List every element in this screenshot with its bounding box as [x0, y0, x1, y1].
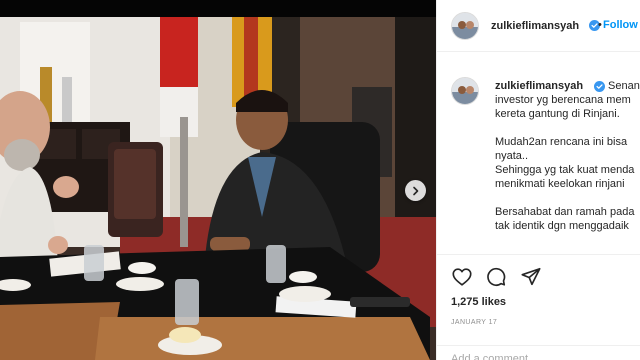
caption-line: investor yg berencana mem: [495, 94, 631, 106]
photo-top-strip: [0, 0, 436, 17]
caption-line: menikmati keelokan rinjani: [495, 178, 625, 190]
caption-line: Mudah2an rencana ini bisa: [495, 136, 628, 148]
post-header: zulkieflimansyah • Follow: [437, 0, 640, 52]
caption-line: Bersahabat dan ramah pada: [495, 206, 635, 218]
comment-bubble-icon[interactable]: [485, 266, 507, 288]
profile-picture: [452, 13, 478, 39]
heart-icon[interactable]: [451, 266, 473, 288]
chevron-right-icon: [412, 186, 418, 195]
post-side-panel: zulkieflimansyah • Follow zulkieflimansy…: [436, 0, 640, 360]
comment-input[interactable]: [451, 353, 631, 360]
instagram-post: zulkieflimansyah • Follow zulkieflimansy…: [0, 0, 640, 360]
caption-avatar[interactable]: [451, 77, 479, 105]
caption-line: tak identik dgn menggadaik: [495, 220, 629, 232]
post-actions: 1,275 likes JANUARY 17: [437, 254, 640, 352]
username-link[interactable]: zulkieflimansyah: [491, 20, 579, 32]
post-caption: zulkieflimansyah Senang investor yg bere…: [437, 53, 640, 253]
verified-badge-icon: [594, 81, 605, 92]
follow-button[interactable]: Follow: [603, 19, 638, 31]
caption-username[interactable]: zulkieflimansyah: [495, 80, 583, 93]
caption-line: kereta gantung di Rinjani.: [495, 108, 620, 120]
meeting-room-photo: [0, 17, 436, 360]
caption-line: Senang: [608, 80, 640, 92]
paper-plane-icon[interactable]: [520, 266, 542, 288]
caption-line: Sehingga yg tak kuat menda: [495, 164, 635, 176]
post-date[interactable]: JANUARY 17: [451, 319, 497, 326]
header-separator: •: [598, 19, 602, 31]
avatar[interactable]: [451, 12, 479, 40]
caption-line: nyata..: [495, 150, 529, 162]
likes-count[interactable]: 1,275 likes: [451, 296, 506, 308]
comment-bar: [437, 345, 640, 360]
profile-picture: [452, 78, 478, 104]
next-photo-button[interactable]: [405, 180, 426, 201]
post-photo[interactable]: [0, 0, 436, 360]
